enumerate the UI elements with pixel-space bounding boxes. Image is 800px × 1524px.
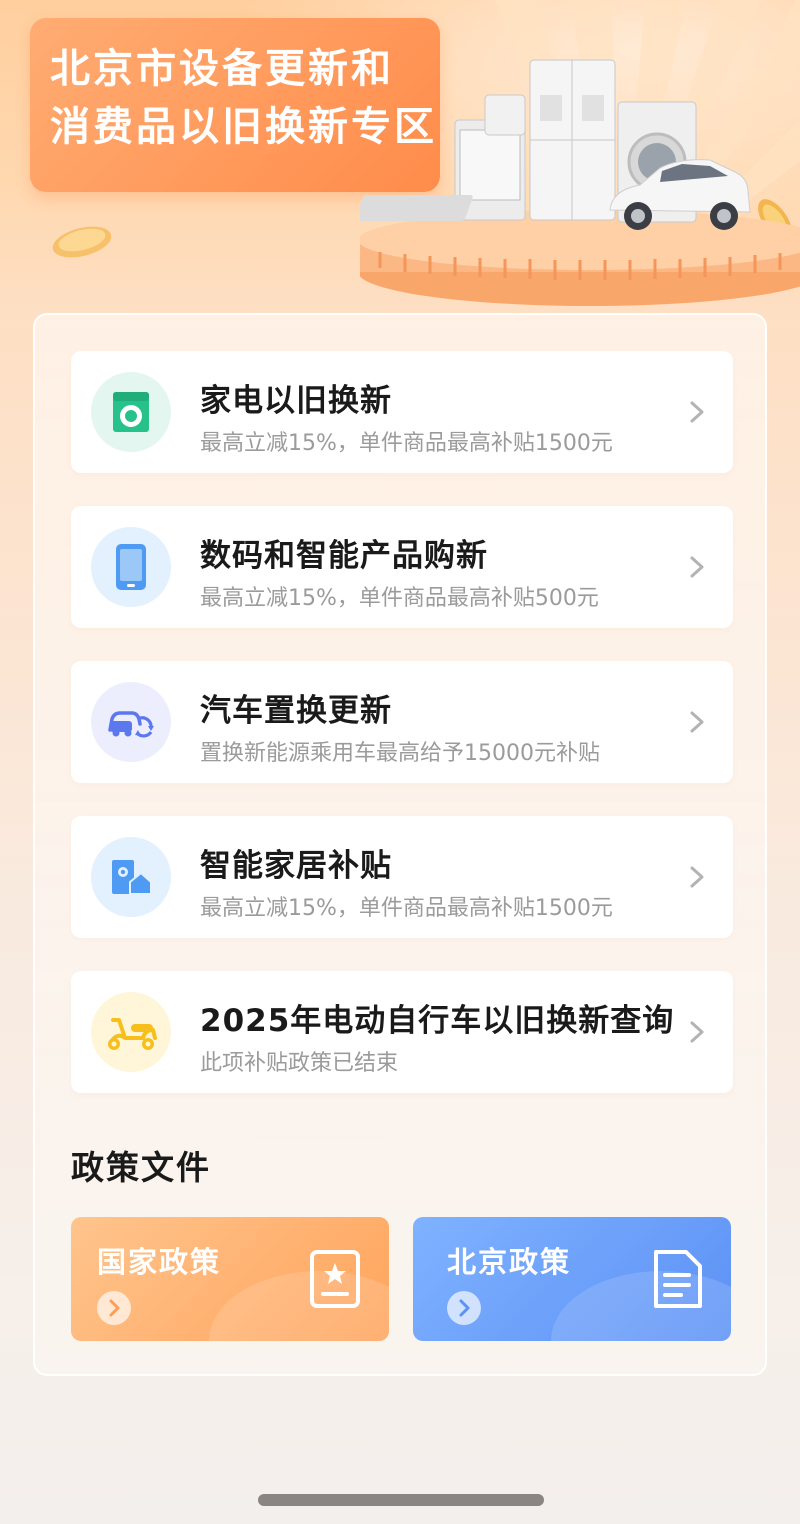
beijing-policy-label: 北京政策 (447, 1245, 572, 1279)
arrow-right-circle-icon (447, 1291, 481, 1325)
category-subtitle: 最高立减15%，单件商品最高补贴1500元 (200, 431, 613, 456)
category-item-car[interactable]: 汽车置换更新 置换新能源乘用车最高给予15000元补贴 (71, 661, 733, 783)
appliances-illustration (360, 59, 800, 306)
category-subtitle: 置换新能源乘用车最高给予15000元补贴 (200, 741, 600, 766)
chevron-right-icon (690, 711, 704, 733)
chevron-right-icon (690, 401, 704, 423)
category-subtitle: 最高立减15%，单件商品最高补贴1500元 (200, 896, 613, 921)
category-title: 家电以旧换新 (200, 383, 392, 419)
category-item-smart-home[interactable]: 智能家居补贴 最高立减15%，单件商品最高补贴1500元 (71, 816, 733, 938)
document-list-icon (654, 1250, 702, 1308)
coin-decoration (52, 226, 112, 258)
policy-section-title: 政策文件 (71, 1148, 211, 1187)
car-exchange-icon (91, 682, 171, 762)
scooter-icon (91, 992, 171, 1072)
arrow-right-circle-icon (97, 1291, 131, 1325)
national-policy-label: 国家政策 (97, 1245, 222, 1279)
beijing-policy-button[interactable]: 北京政策 (413, 1217, 731, 1341)
category-title: 汽车置换更新 (200, 693, 392, 729)
home-indicator[interactable] (258, 1494, 544, 1506)
wave-decoration (209, 1271, 389, 1341)
chevron-right-icon (690, 866, 704, 888)
chevron-right-icon (690, 556, 704, 578)
smartphone-icon (91, 527, 171, 607)
washing-machine-icon (91, 372, 171, 452)
category-item-appliances[interactable]: 家电以旧换新 最高立减15%，单件商品最高补贴1500元 (71, 351, 733, 473)
category-subtitle: 此项补贴政策已结束 (200, 1051, 399, 1076)
category-title: 数码和智能产品购新 (200, 538, 488, 574)
category-item-digital[interactable]: 数码和智能产品购新 最高立减15%，单件商品最高补贴500元 (71, 506, 733, 628)
national-policy-button[interactable]: 国家政策 (71, 1217, 389, 1341)
page: 北京市设备更新和 消费品以旧换新专区 家电以旧换新 最高立减15%，单件商品最高… (0, 0, 800, 1524)
category-subtitle: 最高立减15%，单件商品最高补贴500元 (200, 586, 599, 611)
chevron-right-icon (690, 1021, 704, 1043)
smart-home-icon (91, 837, 171, 917)
subsidy-card: 家电以旧换新 最高立减15%，单件商品最高补贴1500元 数码和智能产品购新 最… (33, 313, 767, 1376)
category-item-ebike[interactable]: 2025年电动自行车以旧换新查询 此项补贴政策已结束 (71, 971, 733, 1093)
star-document-icon (310, 1250, 360, 1308)
category-title: 智能家居补贴 (200, 848, 392, 884)
category-title: 2025年电动自行车以旧换新查询 (200, 1003, 675, 1039)
hero-banner: 北京市设备更新和 消费品以旧换新专区 (0, 0, 800, 330)
wave-decoration (551, 1271, 731, 1341)
